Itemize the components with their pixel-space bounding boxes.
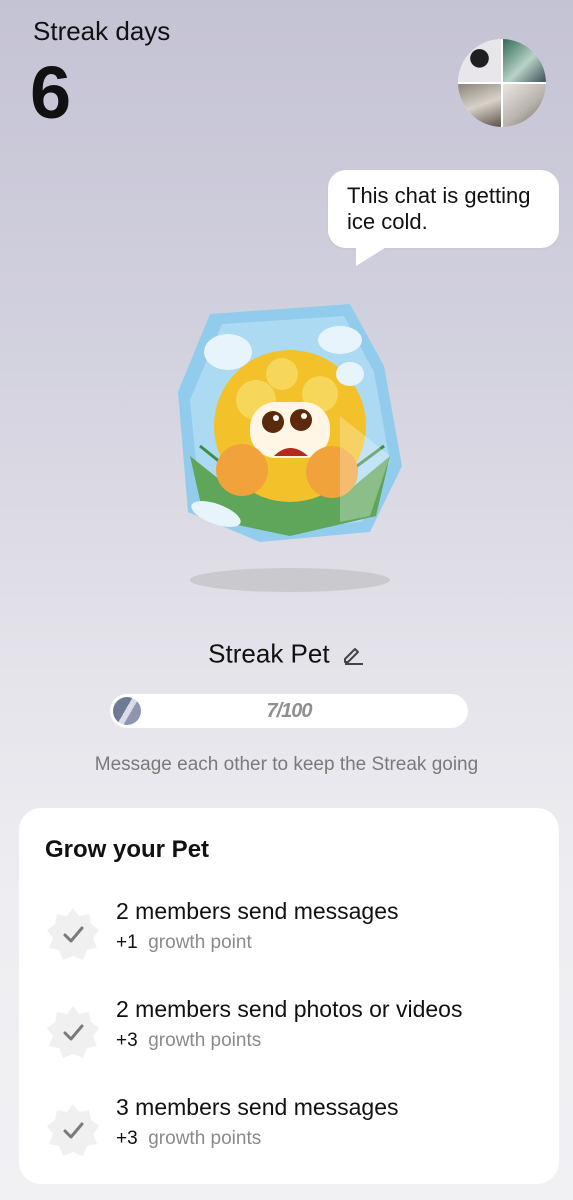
pet-name-row[interactable]: Streak Pet xyxy=(0,637,573,670)
grow-your-pet-card: Grow your Pet 2 members send messages +1… xyxy=(19,808,559,1184)
list-item: 2 members send messages +1 growth point xyxy=(45,898,545,968)
check-badge-icon xyxy=(47,908,99,960)
list-item: 3 members send messages +3 growth points xyxy=(45,1094,545,1164)
streak-count: 6 xyxy=(30,51,72,134)
streak-days-title: Streak days xyxy=(33,16,171,46)
avatar xyxy=(503,84,546,127)
frozen-pet-illustration[interactable] xyxy=(170,296,410,596)
speech-bubble: This chat is getting ice cold. xyxy=(328,170,559,248)
pet-name: Streak Pet xyxy=(208,638,330,669)
card-title: Grow your Pet xyxy=(45,836,210,863)
speech-bubble-tail xyxy=(356,246,388,266)
progress-label: 7/100 xyxy=(266,700,312,722)
group-avatar[interactable] xyxy=(458,39,546,127)
task-title: 2 members send photos or videos xyxy=(116,996,463,1022)
pencil-icon[interactable] xyxy=(341,642,365,666)
task-title: 2 members send messages xyxy=(116,898,399,924)
avatar xyxy=(458,39,501,82)
task-points: +3 growth points xyxy=(116,1030,262,1051)
task-points: +3 growth points xyxy=(116,1128,262,1149)
list-item: 2 members send photos or videos +3 growt… xyxy=(45,996,545,1066)
avatar xyxy=(503,39,546,82)
task-title: 3 members send messages xyxy=(116,1094,399,1120)
check-badge-icon xyxy=(47,1104,99,1156)
growth-progress-bar: 7/100 xyxy=(110,694,468,728)
avatar xyxy=(458,84,501,127)
check-badge-icon xyxy=(47,1006,99,1058)
task-points: +1 growth point xyxy=(116,932,252,953)
streak-hint: Message each other to keep the Streak go… xyxy=(94,754,479,775)
